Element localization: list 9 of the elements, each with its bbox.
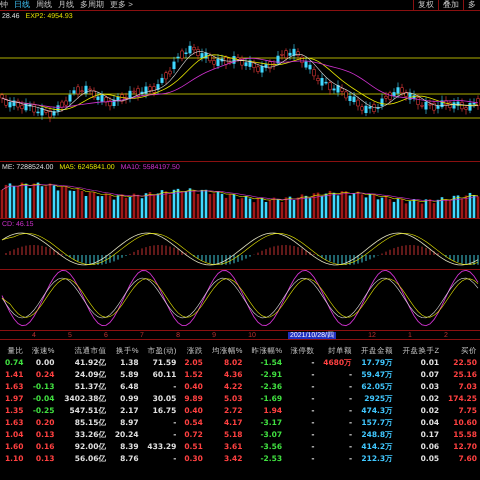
toolbar-button[interactable]: 叠加 — [438, 0, 463, 10]
toolbar-button[interactable]: 多 — [463, 0, 480, 10]
period-tab[interactable]: 更多 > — [110, 1, 133, 9]
period-tab[interactable]: 日线 — [14, 1, 30, 9]
period-tab[interactable]: 月线 — [58, 1, 74, 9]
period-tab[interactable]: 多周期 — [80, 1, 104, 9]
period-tab[interactable]: 周线 — [36, 1, 52, 9]
toolbar-button[interactable]: 复权 — [413, 0, 438, 10]
period-tab[interactable]: 钟 — [0, 1, 8, 9]
